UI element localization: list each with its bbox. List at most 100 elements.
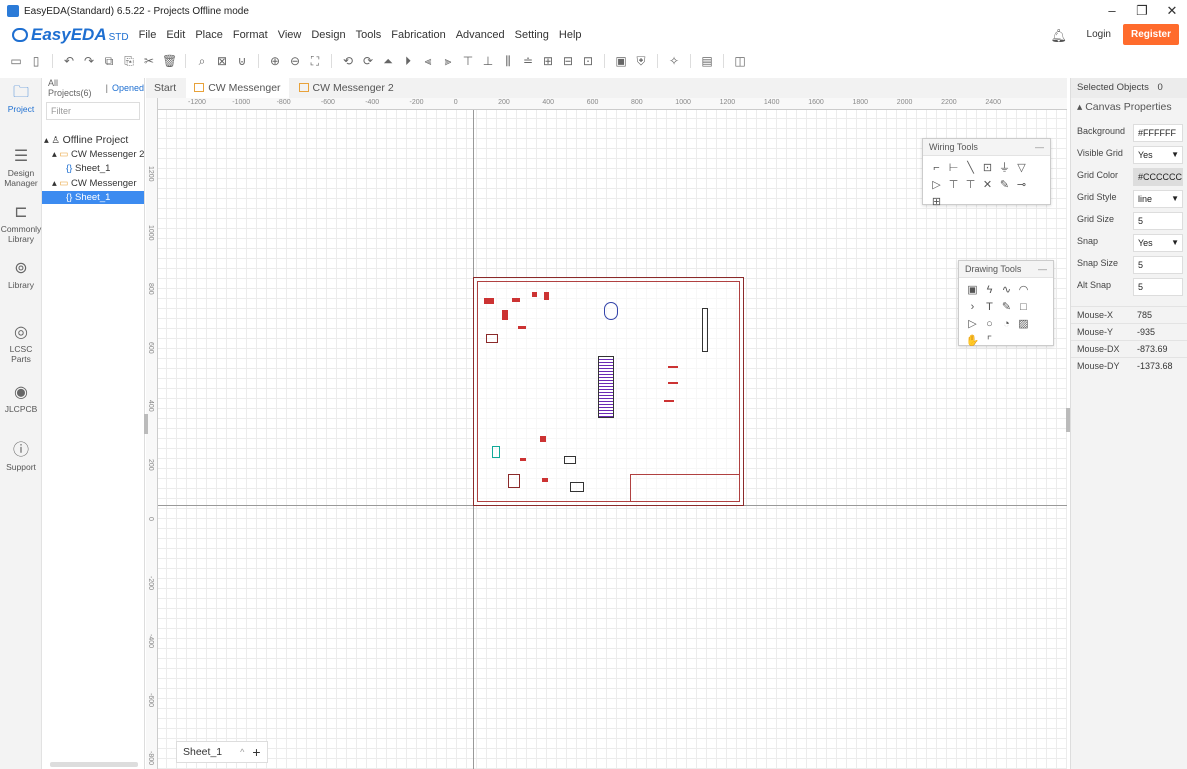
find-icon[interactable]: ⌕: [195, 54, 209, 68]
schematic-canvas[interactable]: -1200 -1000 -800 -600 -400 -200 0 200 400 600 800 1…: [146, 98, 1067, 769]
nav-library[interactable]: ⊚ Library: [0, 260, 42, 290]
nav-lcsc-parts[interactable]: ◎ LCSC Parts: [0, 324, 42, 364]
grid-color-input[interactable]: #CCCCCC: [1133, 168, 1183, 186]
drawing-tools-minimize[interactable]: —: [1038, 261, 1047, 278]
bus-icon[interactable]: ⊢: [946, 161, 961, 176]
schematic-component[interactable]: [598, 356, 614, 418]
find-similar-icon[interactable]: ⊠: [215, 54, 229, 68]
schematic-component[interactable]: [544, 292, 549, 300]
menu-advanced[interactable]: Advanced: [456, 29, 505, 41]
schematic-component[interactable]: [542, 478, 548, 482]
schematic-component[interactable]: [484, 298, 494, 304]
close-button[interactable]: ✕: [1157, 0, 1187, 22]
background-color-input[interactable]: #FFFFFF: [1133, 124, 1183, 142]
schematic-component[interactable]: [604, 302, 618, 320]
text-icon[interactable]: T: [982, 300, 997, 315]
nav-jlcpcb[interactable]: ◉ JLCPCB: [0, 384, 42, 414]
filter-input[interactable]: Filter: [46, 102, 140, 120]
save-icon[interactable]: ▭: [9, 54, 23, 68]
sheet-tab[interactable]: Sheet_1 ^ +: [176, 741, 268, 763]
menu-tools[interactable]: Tools: [356, 29, 382, 41]
login-link[interactable]: Login: [1087, 29, 1111, 40]
freehand-icon[interactable]: ✎: [999, 300, 1014, 315]
menu-setting[interactable]: Setting: [515, 29, 549, 41]
cross-probe-icon[interactable]: ⊍: [235, 54, 249, 68]
shield-icon[interactable]: ⛨: [634, 54, 648, 68]
schematic-component[interactable]: [520, 458, 526, 461]
schematic-component[interactable]: [486, 334, 498, 343]
rotate-left-icon[interactable]: ⟲: [341, 54, 355, 68]
schematic-component[interactable]: [570, 482, 584, 492]
collapse-left-panel-handle[interactable]: [144, 414, 148, 434]
schematic-component[interactable]: [512, 298, 520, 302]
ground-icon[interactable]: ⏚: [997, 161, 1012, 176]
cut-icon[interactable]: ✂: [142, 54, 156, 68]
tab-cw-messenger[interactable]: CW Messenger: [186, 78, 289, 98]
wiring-tools-header[interactable]: Wiring Tools —: [923, 139, 1050, 156]
schematic-component[interactable]: [668, 382, 678, 384]
schematic-component[interactable]: [564, 456, 576, 464]
flip-horizontal-icon[interactable]: ⏵: [401, 54, 415, 68]
menu-edit[interactable]: Edit: [166, 29, 185, 41]
arrow-icon[interactable]: ›: [965, 300, 980, 315]
align-top-icon[interactable]: ⊤: [461, 54, 475, 68]
minimize-button[interactable]: –: [1097, 0, 1127, 22]
nav-project[interactable]: 🗀︎ Project: [0, 84, 42, 114]
tree-offline-project[interactable]: ▴ ♙ Offline Project: [44, 134, 128, 147]
save-as-icon[interactable]: ▯: [29, 54, 43, 68]
probe-icon[interactable]: ✎: [997, 178, 1012, 193]
undo-icon[interactable]: ↶: [62, 54, 76, 68]
net-port-icon[interactable]: ▽: [1014, 161, 1029, 176]
paste-icon[interactable]: ⎘: [122, 54, 136, 68]
distribute-h-icon[interactable]: ⊞: [541, 54, 555, 68]
redo-icon[interactable]: ↷: [82, 54, 96, 68]
snap-size-input[interactable]: 5: [1133, 256, 1183, 274]
zoom-out-icon[interactable]: ⊖: [288, 54, 302, 68]
tab-all-projects[interactable]: All Projects(6): [48, 78, 102, 98]
group-icon[interactable]: ⊞: [929, 195, 944, 210]
zoom-in-icon[interactable]: ⊕: [268, 54, 282, 68]
polyline-icon[interactable]: ϟ: [982, 283, 997, 298]
schematic-component[interactable]: [508, 474, 520, 488]
arc-icon[interactable]: ◠: [1016, 283, 1031, 298]
image-icon[interactable]: ▣: [614, 54, 628, 68]
polygon-icon[interactable]: ▷: [965, 317, 980, 332]
net-label-icon[interactable]: ⊡: [980, 161, 995, 176]
vcc-icon[interactable]: ⊤: [946, 178, 961, 193]
tree-project-cw-messenger[interactable]: ▴ ▭ CW Messenger: [52, 177, 137, 190]
wiring-tools-minimize[interactable]: —: [1035, 139, 1044, 156]
nav-support[interactable]: ⓘ Support: [0, 442, 42, 472]
nav-design-manager[interactable]: ☰ Design Manager: [0, 148, 42, 188]
tab-opened[interactable]: Opened: [112, 83, 144, 93]
delete-icon[interactable]: 🗑︎: [162, 54, 177, 68]
chevron-up-icon[interactable]: ^: [240, 747, 244, 757]
fit-view-icon[interactable]: ⛶: [308, 54, 322, 68]
distribute-v-icon[interactable]: ⊟: [561, 54, 575, 68]
menu-place[interactable]: Place: [195, 29, 223, 41]
tree-sheet-1-cw2[interactable]: {} Sheet_1: [66, 162, 110, 175]
nav-commonly-library[interactable]: ⊏ Commonly Library: [0, 204, 42, 244]
align-right-icon[interactable]: ⫸: [441, 54, 455, 68]
schematic-component[interactable]: [702, 308, 708, 352]
notification-bell-icon[interactable]: 🔔︎: [1051, 28, 1068, 43]
add-sheet-icon[interactable]: +: [252, 744, 260, 760]
menu-fabrication[interactable]: Fabrication: [391, 29, 445, 41]
align-center-h-icon[interactable]: ⫼: [501, 54, 515, 68]
flip-vertical-icon[interactable]: ⏶: [381, 54, 395, 68]
sheet-title-block[interactable]: [630, 474, 740, 502]
tree-sheet-1-cw-selected[interactable]: {} Sheet_1: [42, 191, 144, 204]
canvas-properties-header[interactable]: ▴ Canvas Properties: [1071, 98, 1187, 116]
schematic-component[interactable]: [664, 400, 674, 402]
align-left-icon[interactable]: ⫷: [421, 54, 435, 68]
ai-assist-icon[interactable]: ✧: [667, 54, 681, 68]
tree-project-cw-messenger-2[interactable]: ▴ ▭ CW Messenger 2: [52, 148, 144, 161]
rotate-right-icon[interactable]: ⟳: [361, 54, 375, 68]
wire-icon[interactable]: ⌐: [929, 161, 944, 176]
bus-entry-icon[interactable]: ╲: [963, 161, 978, 176]
convert-pcb-icon[interactable]: ◫: [733, 54, 747, 68]
rectangle-icon[interactable]: □: [1016, 300, 1031, 315]
bom-icon[interactable]: ▤: [700, 54, 714, 68]
snap-select[interactable]: Yes ▼: [1133, 234, 1183, 252]
grid-size-input[interactable]: 5: [1133, 212, 1183, 230]
schematic-component[interactable]: [668, 366, 678, 368]
